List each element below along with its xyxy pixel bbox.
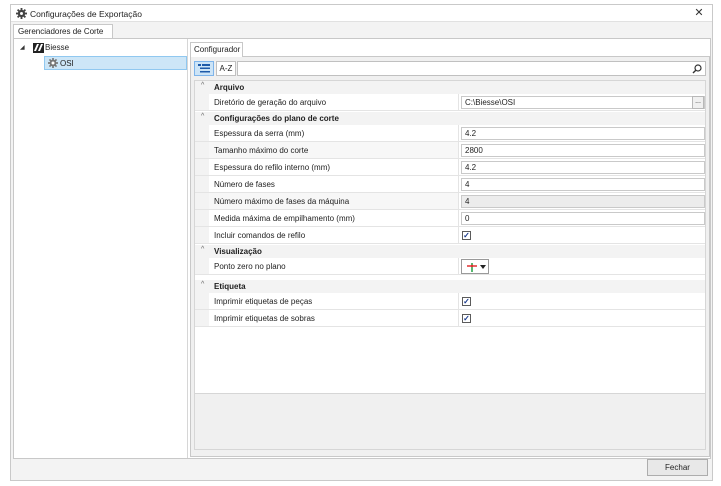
category-label: Etiqueta [214,282,246,291]
property-row: Medida máxima de empilhamento (mm) 0 [195,210,705,227]
saw-thickness-field[interactable]: 4.2 [461,127,705,140]
tree-root-label: Biesse [45,43,70,52]
property-row: Espessura do refilo interno (mm) 4.2 [195,159,705,176]
tab-configurator[interactable]: Configurador [190,42,243,57]
max-stack-height-field[interactable]: 0 [461,212,705,225]
property-name: Imprimir etiquetas de peças [209,293,459,309]
collapse-chevron-icon[interactable]: ^ [201,246,204,253]
property-name: Diretório de geração do arquivo [209,94,459,110]
tab-cutting-managers[interactable]: Gerenciadores de Corte [13,24,113,39]
chevron-down-icon [480,265,486,269]
export-settings-window: Configurações de Exportação ✕ Gerenciado… [10,4,713,481]
property-row: Espessura da serra (mm) 4.2 [195,125,705,142]
configurator-area: Configurador A-Z ^ Arquivo Diretório de … [190,42,710,457]
property-grid: ^ Arquivo Diretório de geração do arquiv… [194,80,706,450]
category-label-print[interactable]: ^ Etiqueta [195,280,705,293]
collapse-chevron-icon[interactable]: ^ [201,113,204,120]
property-name: Número de fases [209,176,459,192]
tree-child-label: OSI [60,59,74,68]
internal-trim-thickness-field[interactable]: 4.2 [461,161,705,174]
cutting-managers-panel: ◢ Biesse OSI Configurador A-Z ^ Arquivo … [13,38,711,459]
configurator-panel: A-Z ^ Arquivo Diretório de geração do ar… [190,56,710,457]
close-button[interactable]: Fechar [647,459,708,476]
property-row: Número de fases 4 [195,176,705,193]
property-name: Tamanho máximo do corte [209,142,459,158]
managers-tree: ◢ Biesse OSI [14,39,188,458]
search-icon[interactable] [692,64,702,74]
zero-point-dropdown[interactable] [461,259,489,274]
property-name: Espessura do refilo interno (mm) [209,159,459,175]
property-row: Diretório de geração do arquivo C:\Biess… [195,94,705,111]
machine-max-phases-value: 4 [461,195,705,208]
output-directory-field[interactable]: C:\Biesse\OSI ... [461,96,705,109]
print-part-labels-checkbox[interactable]: ✓ [462,297,471,306]
property-row: Ponto zero no plano [195,258,705,275]
property-name: Ponto zero no plano [209,258,459,274]
category-cut-plan[interactable]: ^ Configurações do plano de corte [195,112,705,125]
category-label: Visualização [214,247,262,256]
property-row: Incluir comandos de refilo ✓ [195,227,705,244]
property-name: Incluir comandos de refilo [209,227,459,243]
category-label: Arquivo [214,83,245,92]
categorized-list-icon [198,64,210,73]
gear-icon [16,8,27,19]
phase-count-field[interactable]: 4 [461,178,705,191]
alphabetical-view-button[interactable]: A-Z [216,61,236,76]
title-bar: Configurações de Exportação ✕ [11,5,712,22]
gear-icon [48,58,58,68]
browse-button[interactable]: ... [692,96,704,109]
print-offcut-labels-checkbox[interactable]: ✓ [462,314,471,323]
include-trim-commands-checkbox[interactable]: ✓ [462,231,471,240]
property-name: Número máximo de fases da máquina [209,193,459,209]
search-input[interactable] [237,61,706,76]
collapse-chevron-icon[interactable]: ^ [201,82,204,89]
max-cut-size-field[interactable]: 2800 [461,144,705,157]
property-description-pane [195,393,705,449]
property-name: Imprimir etiquetas de sobras [209,310,459,326]
biesse-logo-icon [33,43,44,53]
property-name: Espessura da serra (mm) [209,125,459,141]
category-arquivo[interactable]: ^ Arquivo [195,81,705,94]
categorized-view-button[interactable] [194,61,214,76]
window-title: Configurações de Exportação [30,9,142,19]
close-icon[interactable]: ✕ [692,6,706,20]
category-label: Configurações do plano de corte [214,114,339,123]
property-value: C:\Biesse\OSI [465,98,516,107]
tree-node-root[interactable]: ◢ Biesse [14,39,188,53]
property-row: Tamanho máximo do corte 2800 [195,142,705,159]
property-row: Imprimir etiquetas de peças ✓ [195,293,705,310]
property-name: Medida máxima de empilhamento (mm) [209,210,459,226]
expand-toggle-icon[interactable]: ◢ [20,44,28,52]
property-row: Número máximo de fases da máquina 4 [195,193,705,210]
property-toolbar: A-Z [194,61,706,77]
collapse-chevron-icon[interactable]: ^ [201,281,204,288]
category-visualization[interactable]: ^ Visualização [195,245,705,258]
property-row: Imprimir etiquetas de sobras ✓ [195,310,705,327]
